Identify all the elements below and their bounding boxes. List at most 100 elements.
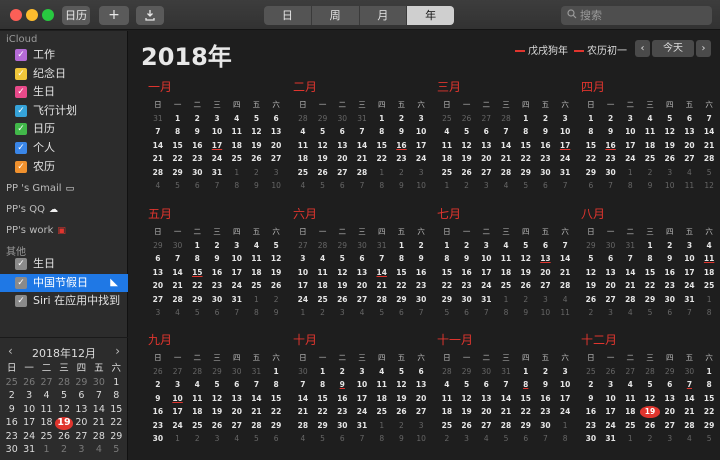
day-cell[interactable]: 4 (247, 240, 267, 252)
day-cell[interactable]: 28 (555, 280, 575, 292)
mini-day-cell[interactable]: 22 (108, 417, 125, 430)
day-cell[interactable]: 29 (313, 420, 333, 432)
day-cell[interactable]: 16 (536, 140, 556, 152)
day-cell[interactable]: 6 (516, 433, 536, 445)
weekday-header[interactable]: 六 (108, 363, 125, 376)
day-cell[interactable]: 7 (476, 307, 496, 319)
day-cell[interactable]: 10 (411, 126, 431, 138)
day-cell[interactable]: 10 (601, 393, 621, 405)
mini-day-cell[interactable]: 12 (55, 404, 72, 417)
day-cell[interactable]: 31 (352, 113, 372, 125)
day-cell[interactable]: 2 (187, 433, 207, 445)
day-cell[interactable]: 20 (411, 393, 431, 405)
day-cell[interactable]: 11 (680, 180, 700, 192)
mini-day-cell[interactable]: 21 (90, 417, 107, 430)
day-cell[interactable]: 13 (332, 140, 352, 152)
calendar-item[interactable]: ✓ 日历 (0, 120, 128, 138)
day-cell[interactable]: 31 (227, 294, 247, 306)
day-cell[interactable]: 6 (332, 180, 352, 192)
day-cell[interactable]: 9 (581, 393, 601, 405)
day-cell[interactable]: 4 (640, 113, 660, 125)
mini-day-cell[interactable]: 10 (20, 404, 37, 417)
day-cell[interactable]: 29 (699, 420, 719, 432)
day-cell[interactable]: 7 (620, 253, 640, 265)
month-10[interactable]: 十月日一二三四五六 30 1 2 3 4 5 6 7 8 9 10 11 12 13 14 15 16 17 18 19… (293, 332, 431, 445)
weekday-header[interactable]: 一 (457, 352, 477, 364)
today-button[interactable]: 今天 (652, 40, 694, 57)
day-cell[interactable]: 10 (620, 126, 640, 138)
weekday-header[interactable]: 四 (372, 99, 392, 111)
day-cell[interactable]: 15 (266, 393, 286, 405)
mini-day-cell[interactable]: 4 (38, 390, 55, 403)
day-cell[interactable]: 1 (640, 240, 660, 252)
day-cell[interactable]: 1 (516, 366, 536, 378)
day-cell[interactable]: 25 (187, 420, 207, 432)
weekday-header[interactable]: 六 (411, 99, 431, 111)
mini-day-cell[interactable]: 2 (3, 390, 20, 403)
day-cell[interactable]: 16 (536, 393, 556, 405)
day-cell[interactable]: 29 (516, 420, 536, 432)
day-cell[interactable]: 1 (581, 113, 601, 125)
day-cell[interactable]: 6 (352, 253, 372, 265)
day-cell[interactable]: 5 (457, 126, 477, 138)
tab-view-2[interactable]: 月 (360, 6, 408, 25)
day-cell[interactable]: 13 (536, 253, 556, 265)
day-cell[interactable]: 4 (187, 379, 207, 391)
weekday-header[interactable]: 二 (187, 226, 207, 238)
day-cell[interactable]: 2 (536, 366, 556, 378)
day-cell[interactable]: 25 (437, 113, 457, 125)
day-cell[interactable]: 3 (148, 307, 168, 319)
weekday-header[interactable]: 四 (372, 226, 392, 238)
mini-day-cell[interactable]: 19 (55, 417, 73, 430)
day-cell[interactable]: 12 (699, 180, 719, 192)
weekday-header[interactable]: 四 (516, 352, 536, 364)
day-cell[interactable]: 2 (411, 240, 431, 252)
day-cell[interactable]: 7 (352, 433, 372, 445)
day-cell[interactable]: 12 (640, 393, 660, 405)
day-cell[interactable]: 31 (680, 294, 700, 306)
day-cell[interactable]: 2 (516, 294, 536, 306)
day-cell[interactable]: 8 (266, 379, 286, 391)
mini-day-cell[interactable]: 26 (20, 377, 37, 390)
day-cell[interactable]: 13 (476, 393, 496, 405)
day-cell[interactable]: 29 (640, 294, 660, 306)
day-cell[interactable]: 12 (266, 253, 286, 265)
weekday-header[interactable]: 五 (536, 226, 556, 238)
day-cell[interactable]: 13 (148, 267, 168, 279)
day-cell[interactable]: 11 (227, 126, 247, 138)
day-cell[interactable]: 5 (313, 126, 333, 138)
weekday-header[interactable]: 三 (640, 226, 660, 238)
day-cell[interactable]: 15 (313, 393, 333, 405)
day-cell[interactable]: 6 (227, 379, 247, 391)
day-cell[interactable]: 11 (640, 126, 660, 138)
calendar-item[interactable]: ✓ 农历 (0, 158, 128, 176)
day-cell[interactable]: 25 (247, 280, 267, 292)
day-cell[interactable]: 8 (620, 180, 640, 192)
day-cell[interactable]: 10 (411, 180, 431, 192)
day-cell[interactable]: 11 (699, 253, 719, 265)
day-cell[interactable]: 7 (148, 126, 168, 138)
weekday-header[interactable]: 五 (536, 352, 556, 364)
day-cell[interactable]: 26 (457, 113, 477, 125)
mini-day-cell[interactable]: 27 (73, 431, 90, 444)
day-cell[interactable]: 14 (620, 267, 640, 279)
day-cell[interactable]: 17 (293, 280, 313, 292)
day-cell[interactable]: 9 (536, 379, 556, 391)
day-cell[interactable]: 16 (660, 267, 680, 279)
day-cell[interactable]: 1 (437, 180, 457, 192)
day-cell[interactable]: 1 (699, 366, 719, 378)
day-cell[interactable]: 19 (457, 406, 477, 418)
day-cell[interactable]: 15 (640, 267, 660, 279)
weekday-header[interactable]: 五 (392, 226, 412, 238)
day-cell[interactable]: 2 (581, 307, 601, 319)
calendar-checkbox[interactable]: ✓ (15, 67, 27, 80)
next-year-button[interactable]: › (696, 40, 711, 57)
weekday-header[interactable]: 二 (38, 363, 55, 376)
weekday-header[interactable]: 三 (352, 99, 372, 111)
mini-day-cell[interactable]: 13 (73, 404, 90, 417)
weekday-header[interactable]: 日 (148, 226, 168, 238)
calendar-checkbox[interactable]: ✓ (15, 276, 27, 289)
day-cell[interactable]: 26 (392, 406, 412, 418)
day-cell[interactable]: 30 (660, 294, 680, 306)
weekday-header[interactable]: 五 (536, 99, 556, 111)
